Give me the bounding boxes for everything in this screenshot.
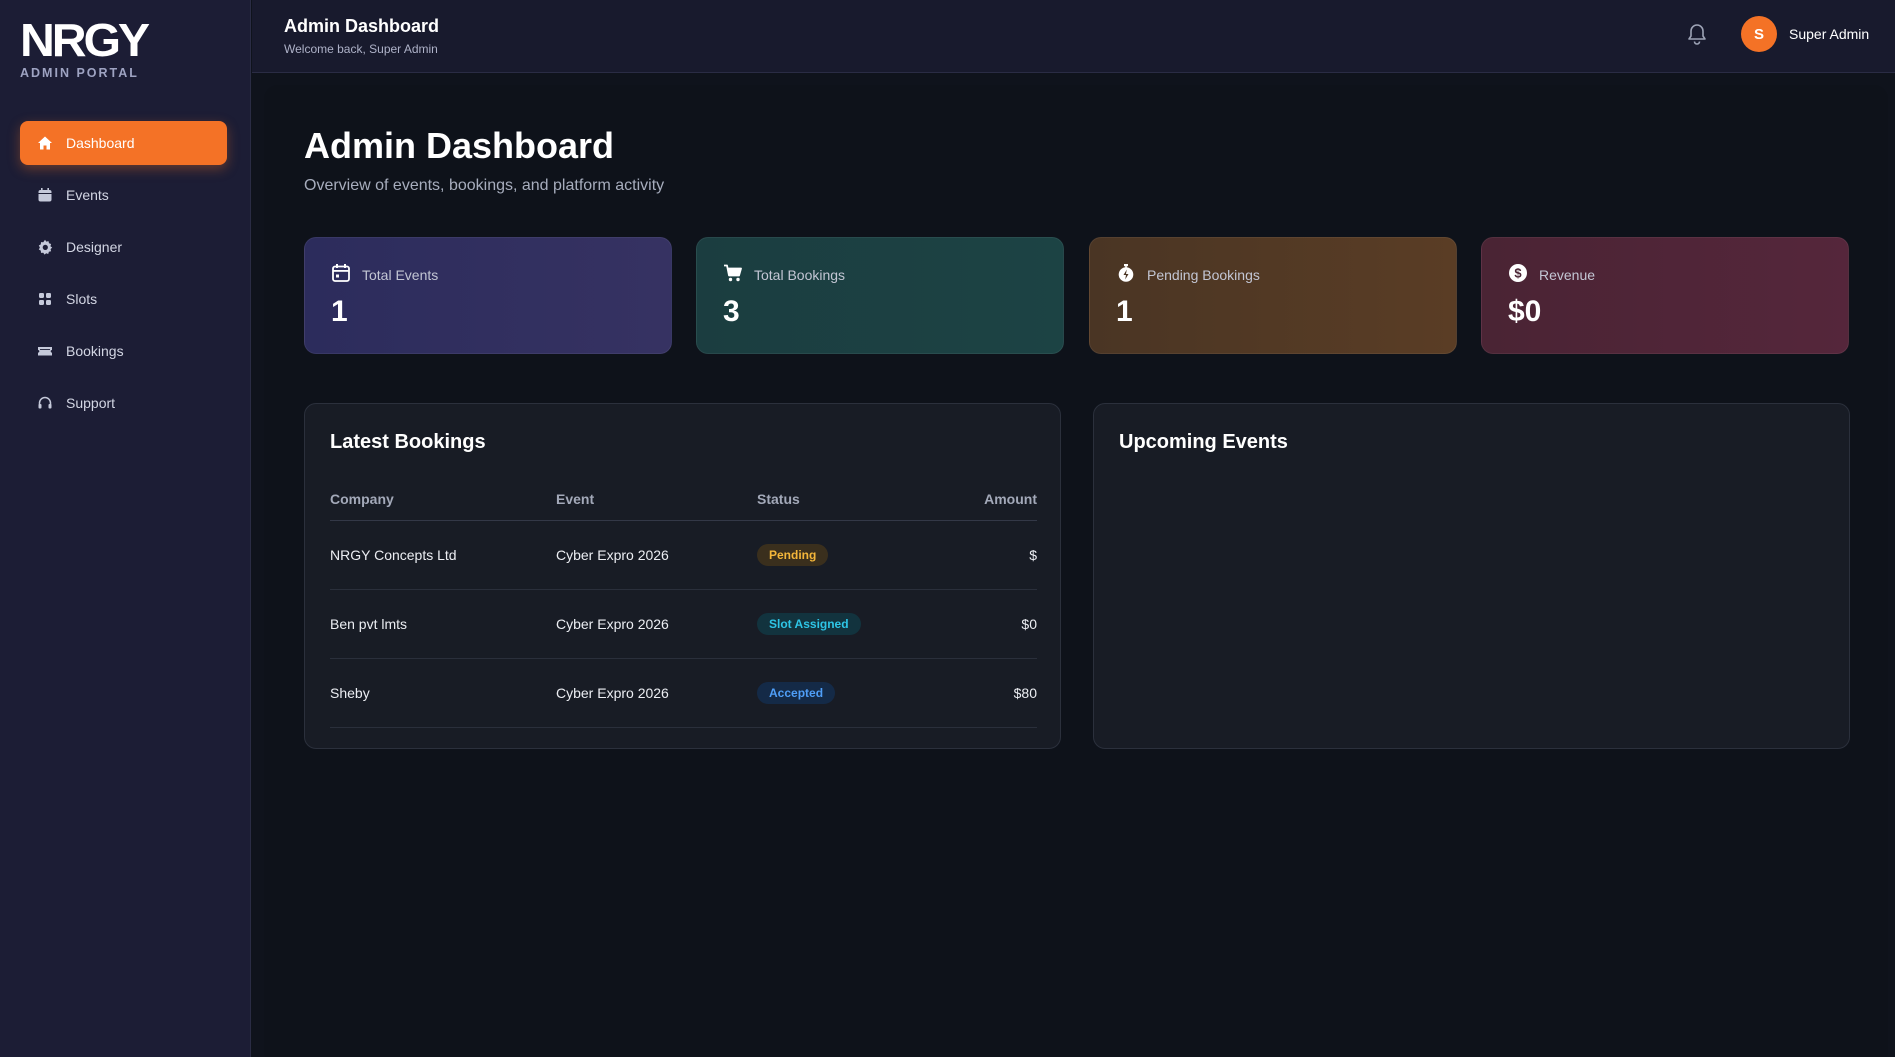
header-title: Admin Dashboard bbox=[284, 16, 440, 36]
stat-value: 1 bbox=[1116, 295, 1133, 328]
cell-amount: $80 bbox=[927, 658, 1037, 728]
bell-icon[interactable] bbox=[1685, 22, 1709, 46]
stat-value: 1 bbox=[331, 295, 348, 328]
svg-text:$: $ bbox=[1514, 266, 1522, 281]
table-row[interactable]: Sheby Cyber Expro 2026 Accepted $80 bbox=[330, 658, 1037, 728]
brand-subtitle: ADMIN PORTAL bbox=[20, 66, 139, 80]
cell-amount: $ bbox=[927, 520, 1037, 590]
sidebar-item-label: Events bbox=[66, 187, 109, 203]
headset-icon bbox=[37, 395, 53, 411]
page-subtitle: Overview of events, bookings, and platfo… bbox=[304, 177, 665, 194]
stat-value: 3 bbox=[723, 295, 740, 328]
table-row[interactable]: Ben pvt lmts Cyber Expro 2026 Slot Assig… bbox=[330, 589, 1037, 659]
column-header-status: Status bbox=[757, 478, 927, 521]
avatar[interactable]: S bbox=[1741, 16, 1777, 52]
cell-event: Cyber Expro 2026 bbox=[556, 520, 757, 590]
card-title: Upcoming Events bbox=[1119, 431, 1288, 453]
sidebar-item-bookings[interactable]: Bookings bbox=[20, 329, 227, 373]
stat-card-pending-bookings: Pending Bookings 1 bbox=[1089, 237, 1457, 354]
sidebar-item-support[interactable]: Support bbox=[20, 381, 227, 425]
cell-status: Slot Assigned bbox=[757, 589, 927, 659]
calendar-icon bbox=[331, 263, 351, 283]
cart-icon bbox=[723, 263, 743, 283]
cell-event: Cyber Expro 2026 bbox=[556, 658, 757, 728]
table-header-row: Company Event Status Amount bbox=[330, 478, 1037, 521]
main-panel: Admin Dashboard Overview of events, book… bbox=[264, 85, 1888, 1057]
dollar-icon: $ bbox=[1508, 263, 1528, 283]
sidebar-item-label: Dashboard bbox=[66, 135, 135, 151]
sidebar-item-label: Support bbox=[66, 395, 116, 411]
calendar-icon bbox=[37, 187, 53, 203]
stat-label: Revenue bbox=[1539, 267, 1596, 283]
brand-logo: NRGY bbox=[20, 14, 150, 66]
status-badge: Slot Assigned bbox=[757, 612, 861, 635]
sidebar: NRGY ADMIN PORTAL Dashboard Events Desig… bbox=[0, 0, 251, 1057]
status-badge: Accepted bbox=[757, 681, 836, 704]
sidebar-item-slots[interactable]: Slots bbox=[20, 277, 227, 321]
cell-company: Sheby bbox=[330, 658, 556, 728]
upcoming-events-card: Upcoming Events bbox=[1093, 403, 1850, 749]
cell-amount: $0 bbox=[927, 589, 1037, 659]
column-header-company: Company bbox=[330, 478, 556, 521]
page-title: Admin Dashboard bbox=[304, 125, 615, 166]
header-subtitle: Welcome back, Super Admin bbox=[284, 42, 438, 56]
bookings-table: Company Event Status Amount NRGY Concept… bbox=[330, 478, 1037, 728]
sidebar-item-designer[interactable]: Designer bbox=[20, 225, 227, 269]
status-badge: Pending bbox=[757, 543, 829, 566]
ticket-icon bbox=[37, 343, 53, 359]
top-bar: Admin Dashboard Welcome back, Super Admi… bbox=[252, 0, 1895, 73]
sidebar-item-label: Bookings bbox=[66, 343, 124, 359]
cell-status: Accepted bbox=[757, 658, 927, 728]
sidebar-item-label: Slots bbox=[66, 291, 98, 307]
latest-bookings-card: Latest Bookings Company Event Status Amo… bbox=[304, 403, 1061, 749]
stat-card-total-events: Total Events 1 bbox=[304, 237, 672, 354]
grid-icon bbox=[37, 291, 53, 307]
home-icon bbox=[37, 135, 53, 151]
cell-status: Pending bbox=[757, 520, 927, 590]
gear-icon bbox=[37, 239, 53, 255]
sidebar-item-label: Designer bbox=[66, 239, 123, 255]
sidebar-nav: Dashboard Events Designer Slots Bookings bbox=[20, 121, 227, 433]
table-row[interactable]: NRGY Concepts Ltd Cyber Expro 2026 Pendi… bbox=[330, 520, 1037, 590]
user-name[interactable]: Super Admin bbox=[1789, 26, 1869, 42]
stat-card-revenue: $ Revenue $0 bbox=[1481, 237, 1849, 354]
cell-company: NRGY Concepts Ltd bbox=[330, 520, 556, 590]
stat-card-total-bookings: Total Bookings 3 bbox=[696, 237, 1064, 354]
stat-label: Total Bookings bbox=[754, 267, 846, 283]
brand[interactable]: NRGY ADMIN PORTAL bbox=[20, 17, 150, 80]
sidebar-item-events[interactable]: Events bbox=[20, 173, 227, 217]
column-header-amount: Amount bbox=[927, 478, 1037, 521]
stat-value: $0 bbox=[1508, 295, 1542, 328]
stopwatch-icon bbox=[1116, 263, 1136, 283]
sidebar-item-dashboard[interactable]: Dashboard bbox=[20, 121, 227, 165]
card-title: Latest Bookings bbox=[330, 431, 486, 453]
stat-label: Pending Bookings bbox=[1147, 267, 1260, 283]
cell-event: Cyber Expro 2026 bbox=[556, 589, 757, 659]
stat-label: Total Events bbox=[362, 267, 439, 283]
cell-company: Ben pvt lmts bbox=[330, 589, 556, 659]
column-header-event: Event bbox=[556, 478, 757, 521]
